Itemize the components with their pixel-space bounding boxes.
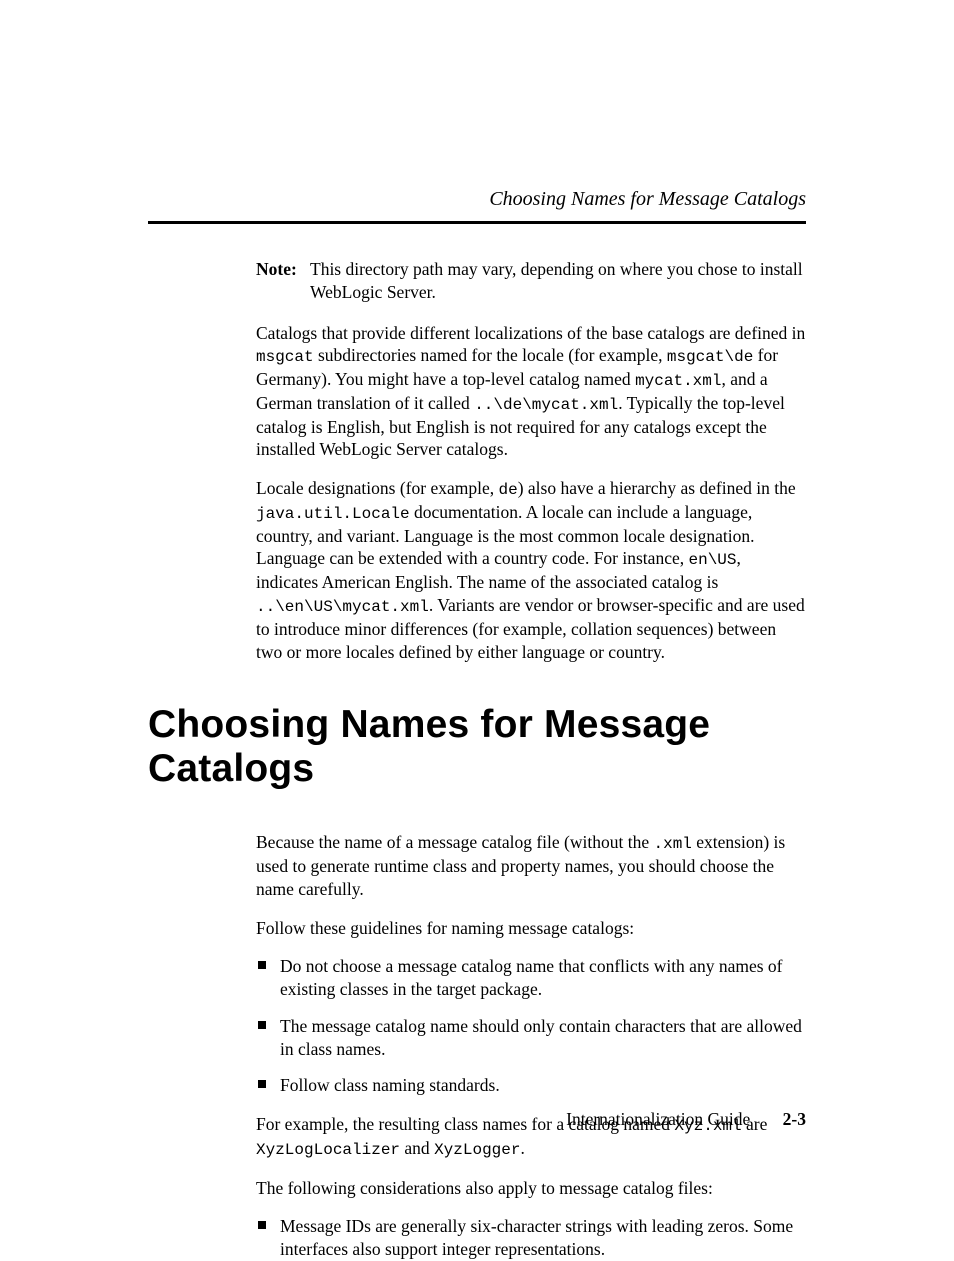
- text: and: [400, 1138, 434, 1158]
- section-heading: Choosing Names for Message Catalogs: [148, 703, 806, 791]
- code: ..\en\US\mycat.xml: [256, 598, 429, 616]
- page: Choosing Names for Message Catalogs Note…: [0, 0, 954, 1235]
- code: ..\de\mycat.xml: [474, 396, 618, 414]
- page-number: 2-3: [783, 1109, 806, 1129]
- section-body: Because the name of a message catalog fi…: [148, 831, 806, 1261]
- code: mycat.xml: [635, 372, 721, 390]
- code: java.util.Locale: [256, 505, 410, 523]
- bullets-lead-1: Follow these guidelines for naming messa…: [256, 917, 806, 940]
- header-rule: [148, 221, 806, 224]
- note-block: Note: This directory path may vary, depe…: [256, 258, 806, 304]
- list-item: Do not choose a message catalog name tha…: [276, 955, 806, 1001]
- text: subdirectories named for the locale (for…: [314, 345, 667, 365]
- code: XyzLogger: [434, 1141, 520, 1159]
- code: .xml: [653, 835, 691, 853]
- list-item: Message IDs are generally six-character …: [276, 1215, 806, 1261]
- text: Catalogs that provide different localiza…: [256, 323, 805, 343]
- bullet-list-2: Message IDs are generally six-character …: [256, 1215, 806, 1261]
- text: Locale designations (for example,: [256, 478, 498, 498]
- running-header: Choosing Names for Message Catalogs: [148, 188, 806, 211]
- code: msgcat\de: [667, 348, 753, 366]
- list-item: Follow class naming standards.: [276, 1074, 806, 1097]
- paragraph-1: Catalogs that provide different localiza…: [256, 322, 806, 462]
- text: Because the name of a message catalog fi…: [256, 832, 653, 852]
- text: .: [520, 1138, 524, 1158]
- code: en\US: [688, 551, 736, 569]
- text: ) also have a hierarchy as defined in th…: [518, 478, 796, 498]
- note-text: This directory path may vary, depending …: [310, 258, 806, 304]
- book-title: Internationalization Guide: [566, 1109, 750, 1129]
- bullet-list-1: Do not choose a message catalog name tha…: [256, 955, 806, 1097]
- bullets-lead-2: The following considerations also apply …: [256, 1177, 806, 1200]
- code: XyzLogLocalizer: [256, 1141, 400, 1159]
- paragraph-2: Locale designations (for example, de) al…: [256, 477, 806, 663]
- list-item: The message catalog name should only con…: [276, 1015, 806, 1061]
- body-block: Note: This directory path may vary, depe…: [148, 258, 806, 663]
- section-intro: Because the name of a message catalog fi…: [256, 831, 806, 900]
- page-footer: Internationalization Guide 2-3: [566, 1109, 806, 1130]
- note-label: Note:: [256, 258, 310, 304]
- code: de: [498, 481, 517, 499]
- code: msgcat: [256, 348, 314, 366]
